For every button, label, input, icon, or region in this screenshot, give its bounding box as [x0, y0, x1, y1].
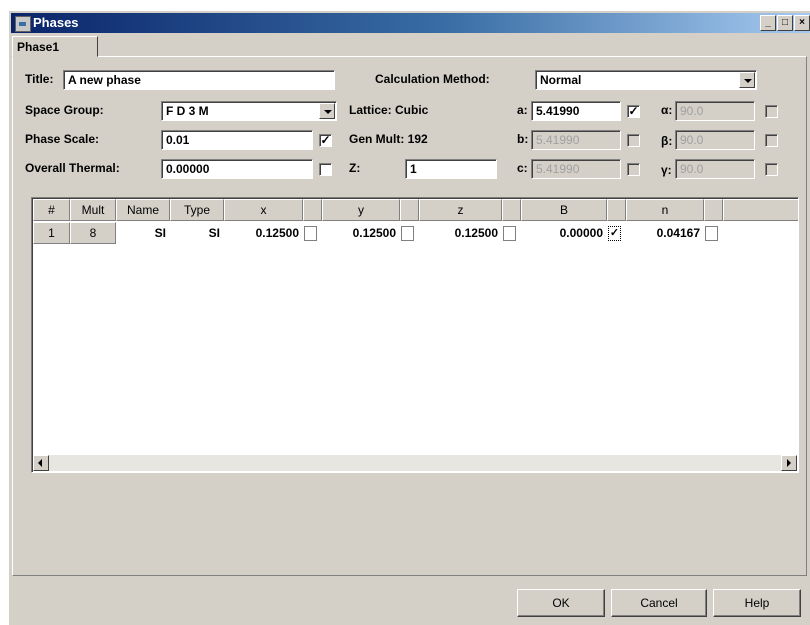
z-refine-checkbox[interactable] [503, 226, 516, 241]
alpha-refine-checkbox[interactable] [765, 105, 778, 118]
calc-method-select[interactable]: Normal [535, 70, 757, 90]
header-x[interactable]: x [224, 199, 303, 221]
c-refine-checkbox[interactable] [627, 163, 640, 176]
horizontal-scrollbar[interactable] [33, 455, 797, 471]
calc-method-label: Calculation Method: [375, 72, 490, 86]
overall-thermal-label: Overall Thermal: [25, 161, 120, 175]
header-z-refine[interactable] [502, 199, 521, 221]
window-title: Phases [33, 15, 79, 30]
a-input[interactable]: 5.41990 [531, 101, 621, 121]
header-num[interactable]: # [33, 199, 70, 221]
gamma-refine-checkbox[interactable] [765, 163, 778, 176]
gamma-input[interactable]: 90.0 [675, 159, 755, 179]
header-n-refine[interactable] [704, 199, 723, 221]
space-group-value: F D 3 M [166, 104, 209, 118]
header-filler [723, 199, 798, 221]
y-refine-checkbox[interactable] [401, 226, 414, 241]
minimize-button[interactable]: _ [760, 15, 776, 31]
phase-scale-checkbox[interactable]: ✓ [319, 134, 332, 147]
header-y-refine[interactable] [400, 199, 419, 221]
overall-thermal-input[interactable]: 0.00000 [161, 159, 313, 179]
beta-label: β: [661, 134, 673, 148]
header-b[interactable]: B [521, 199, 607, 221]
n-refine-checkbox[interactable] [705, 226, 718, 241]
z-input[interactable]: 1 [405, 159, 497, 179]
row-name[interactable]: SI [116, 222, 170, 244]
header-y[interactable]: y [322, 199, 400, 221]
row-y[interactable]: 0.12500 [322, 222, 400, 244]
beta-refine-checkbox[interactable] [765, 134, 778, 147]
row-x[interactable]: 0.12500 [224, 222, 303, 244]
row-z[interactable]: 0.12500 [419, 222, 502, 244]
app-icon [15, 16, 31, 32]
chevron-down-icon[interactable] [319, 103, 335, 119]
calc-method-value: Normal [540, 73, 582, 87]
chevron-down-icon[interactable] [739, 72, 755, 88]
space-group-label: Space Group: [25, 103, 104, 117]
b-refine-checkbox[interactable]: ✓ [608, 226, 621, 241]
header-n[interactable]: n [626, 199, 704, 221]
title-input[interactable]: A new phase [63, 70, 335, 90]
close-button[interactable]: × [794, 15, 810, 31]
header-name[interactable]: Name [116, 199, 170, 221]
atoms-table[interactable]: # Mult Name Type x y z B n 1 8 SI SI 0.1… [31, 197, 799, 473]
alpha-label: α: [661, 103, 673, 117]
header-type[interactable]: Type [170, 199, 224, 221]
header-x-refine[interactable] [303, 199, 322, 221]
header-z[interactable]: z [419, 199, 502, 221]
gen-mult-label: Gen Mult: 192 [349, 132, 428, 146]
row-n[interactable]: 0.04167 [626, 222, 704, 244]
b-refine-checkbox[interactable] [627, 134, 640, 147]
row-num[interactable]: 1 [33, 222, 70, 244]
b-label: b: [517, 132, 529, 146]
z-label: Z: [349, 161, 361, 175]
phase-scale-label: Phase Scale: [25, 132, 100, 146]
a-label: a: [517, 103, 528, 117]
phases-window: Phases _ □ × Phase1 Title: A new phase Cal… [8, 10, 810, 625]
ok-button[interactable]: OK [517, 589, 605, 617]
tab-phase1[interactable]: Phase1 [12, 36, 98, 57]
alpha-input[interactable]: 90.0 [675, 101, 755, 121]
row-mult[interactable]: 8 [70, 222, 116, 244]
scroll-left-icon[interactable] [33, 455, 49, 471]
maximize-button[interactable]: □ [777, 15, 793, 31]
gamma-label: γ: [661, 163, 672, 177]
help-button[interactable]: Help [713, 589, 801, 617]
b-input[interactable]: 5.41990 [531, 130, 621, 150]
overall-thermal-checkbox[interactable] [319, 163, 332, 176]
header-mult[interactable]: Mult [70, 199, 116, 221]
cancel-button[interactable]: Cancel [611, 589, 707, 617]
scroll-right-icon[interactable] [781, 455, 797, 471]
x-refine-checkbox[interactable] [304, 226, 317, 241]
row-type[interactable]: SI [170, 222, 224, 244]
c-label: c: [517, 161, 528, 175]
space-group-select[interactable]: F D 3 M [161, 101, 337, 121]
a-refine-checkbox[interactable]: ✓ [627, 105, 640, 118]
header-b-refine[interactable] [607, 199, 626, 221]
row-b[interactable]: 0.00000 [521, 222, 607, 244]
phase-scale-input[interactable]: 0.01 [161, 130, 313, 150]
title-label: Title: [25, 72, 54, 86]
title-bar[interactable]: Phases _ □ × [11, 13, 810, 33]
c-input[interactable]: 5.41990 [531, 159, 621, 179]
beta-input[interactable]: 90.0 [675, 130, 755, 150]
lattice-label: Lattice: Cubic [349, 103, 429, 117]
